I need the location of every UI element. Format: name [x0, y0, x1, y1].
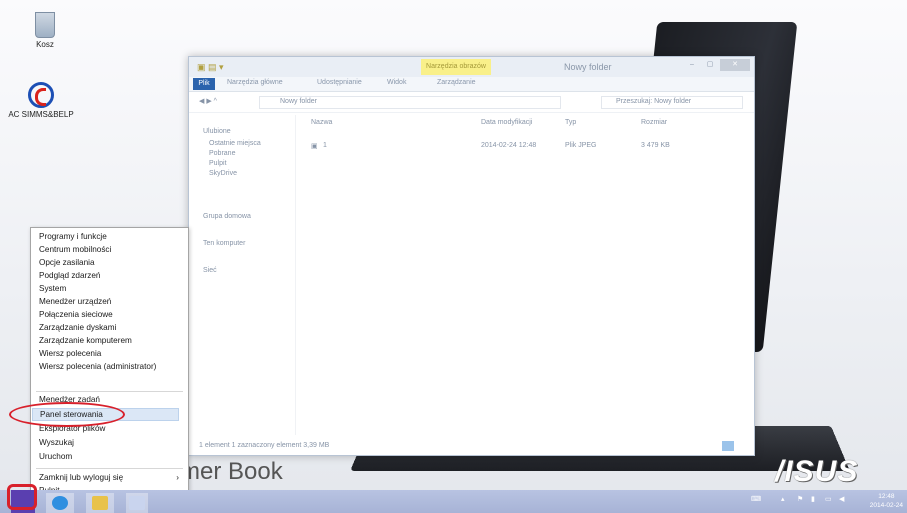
menu-item-power-options[interactable]: Opcje zasilania — [39, 257, 185, 270]
show-hidden-icon[interactable]: ▴ — [781, 495, 785, 503]
clock-time: 12:48 — [878, 493, 895, 500]
tab-file[interactable]: Plik — [193, 78, 215, 90]
menu-item-command-prompt-admin[interactable]: Wiersz polecenia (administrator) — [39, 361, 185, 374]
menu-item-event-viewer[interactable]: Podgląd zdarzeń — [39, 270, 185, 283]
annotation-ellipse — [9, 402, 125, 427]
taskbar-app[interactable] — [126, 493, 148, 513]
file-name: 1 — [323, 142, 327, 149]
recycle-bin-icon — [35, 12, 55, 38]
taskbar-ie[interactable] — [46, 493, 74, 513]
menu-item-shutdown[interactable]: Zamknij lub wyloguj się › — [39, 472, 185, 485]
col-type[interactable]: Typ — [565, 119, 576, 126]
minimize-button[interactable]: – — [684, 59, 700, 71]
nav-item-homegroup[interactable]: Grupa domowa — [203, 213, 251, 220]
col-name[interactable]: Nazwa — [311, 119, 332, 126]
status-bar: 1 element 1 zaznaczony element 3,39 MB — [199, 442, 330, 449]
asus-logo: /ISUS — [775, 455, 859, 488]
menu-item-shutdown-label: Zamknij lub wyloguj się — [39, 473, 124, 482]
desktop-icon-label: AC SIMMS&BELP — [8, 110, 74, 119]
window-title: Nowy folder — [564, 62, 612, 72]
nav-item-favorites[interactable]: Ulubione — [203, 128, 231, 135]
file-type: Plik JPEG — [565, 142, 597, 149]
menu-item-command-prompt[interactable]: Wiersz polecenia — [39, 348, 185, 361]
clock[interactable]: 12:48 2014-02-24 — [870, 492, 903, 510]
window-titlebar[interactable]: ▣ ▤ ▾ Narzędzia obrazów Nowy folder – ▢ ✕ — [189, 57, 754, 77]
flag-icon[interactable]: ⚑ — [797, 495, 803, 503]
keyboard-icon[interactable]: ⌨ — [751, 495, 761, 503]
image-file-icon: ▣ — [311, 143, 318, 150]
search-placeholder: Przeszukaj: Nowy folder — [616, 98, 692, 105]
navigation-pane: Ulubione Ostatnie miejsca Pobrane Pulpit… — [189, 115, 296, 435]
menu-item-disk-management[interactable]: Zarządzanie dyskami — [39, 322, 185, 335]
clock-date: 2014-02-24 — [869, 502, 903, 509]
nav-item-this-pc[interactable]: Ten komputer — [203, 240, 245, 247]
tab-view[interactable]: Widok — [387, 79, 406, 86]
submenu-arrow-icon: › — [176, 473, 179, 482]
address-text: Nowy folder — [280, 98, 317, 105]
details-view-button[interactable] — [722, 441, 734, 451]
tab-manage[interactable]: Zarządzanie — [437, 79, 476, 86]
menu-item-search[interactable]: Wyszukaj — [39, 437, 185, 450]
ribbon-tabs: Plik Narzędzia główne Udostępnianie Wido… — [189, 77, 754, 92]
volume-icon[interactable]: ◀ — [839, 495, 844, 503]
nav-item-downloads[interactable]: Pobrane — [209, 150, 235, 157]
ac-app-icon — [28, 82, 54, 108]
nav-arrows-icon[interactable]: ◀ ▶ ^ — [199, 97, 217, 105]
menu-item-system[interactable]: System — [39, 283, 185, 296]
nav-item-desktop[interactable]: Pulpit — [209, 160, 227, 167]
nav-item-network[interactable]: Sieć — [203, 267, 217, 274]
power-user-menu: Programy i funkcje Centrum mobilności Op… — [30, 227, 189, 502]
desktop-icon-recycle-bin[interactable]: Kosz — [10, 12, 80, 49]
menu-item-network-connections[interactable]: Połączenia sieciowe — [39, 309, 185, 322]
col-modified[interactable]: Data modyfikacji — [481, 119, 532, 126]
desktop-icon-ac[interactable]: AC SIMMS&BELP — [6, 82, 76, 119]
nav-item-skydrive[interactable]: SkyDrive — [209, 170, 237, 177]
annotation-square — [7, 484, 37, 510]
menu-item-programs[interactable]: Programy i funkcje — [39, 231, 185, 244]
menu-item-computer-management[interactable]: Zarządzanie komputerem — [39, 335, 185, 348]
tab-home[interactable]: Narzędzia główne — [227, 79, 283, 86]
app-icon — [129, 496, 145, 510]
battery-icon[interactable]: ▭ — [825, 495, 832, 503]
quick-access-toolbar[interactable]: ▣ ▤ ▾ — [197, 62, 224, 73]
internet-explorer-icon — [52, 496, 68, 510]
file-modified: 2014-02-24 12:48 — [481, 142, 537, 149]
address-bar[interactable]: Nowy folder — [259, 96, 561, 109]
wallpaper-text: mer Book — [180, 458, 283, 485]
folder-icon — [92, 496, 108, 510]
menu-separator — [36, 468, 183, 469]
menu-item-device-manager[interactable]: Menedżer urządzeń — [39, 296, 185, 309]
menu-item-run[interactable]: Uruchom — [39, 451, 185, 464]
context-tab-label: Narzędzia obrazów — [421, 59, 491, 75]
col-size[interactable]: Rozmiar — [641, 119, 667, 126]
menu-item-mobility[interactable]: Centrum mobilności — [39, 244, 185, 257]
close-button[interactable]: ✕ — [720, 59, 750, 71]
explorer-window: ▣ ▤ ▾ Narzędzia obrazów Nowy folder – ▢ ✕ … — [188, 56, 755, 456]
desktop-icon-label: Kosz — [36, 40, 54, 49]
address-bar-row: ◀ ▶ ^ Nowy folder Przeszukaj: Nowy folde… — [189, 92, 754, 113]
search-input[interactable]: Przeszukaj: Nowy folder — [601, 96, 743, 109]
menu-separator — [36, 391, 183, 392]
nav-item-recent[interactable]: Ostatnie miejsca — [209, 140, 261, 147]
network-icon[interactable]: ▮ — [811, 495, 815, 503]
maximize-button[interactable]: ▢ — [702, 59, 718, 71]
file-size: 3 479 KB — [641, 142, 670, 149]
tab-share[interactable]: Udostępnianie — [317, 79, 362, 86]
taskbar-explorer[interactable] — [86, 493, 114, 513]
